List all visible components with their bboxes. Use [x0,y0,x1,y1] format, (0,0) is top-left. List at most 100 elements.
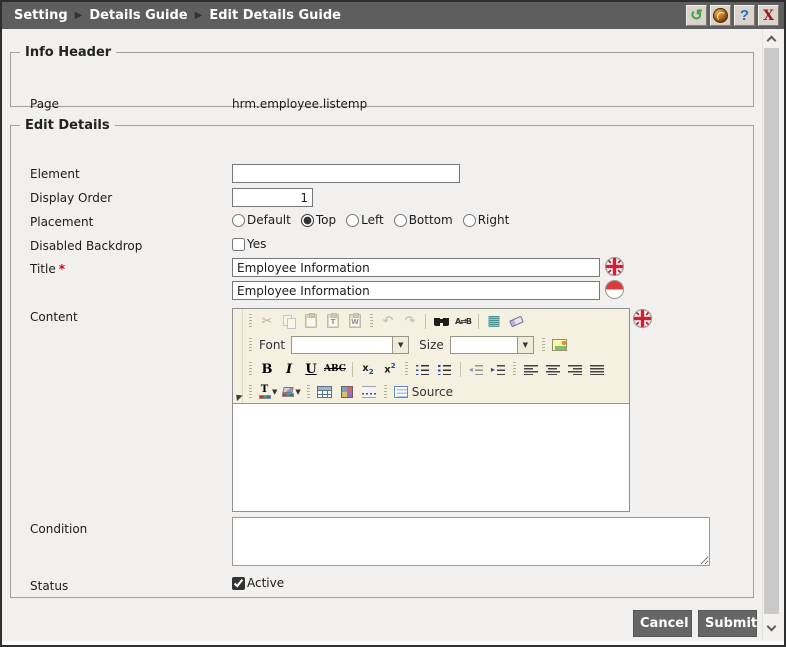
element-label: Element [30,167,80,181]
italic-button[interactable]: I [279,359,299,379]
bold-button[interactable]: B [257,359,277,379]
ordered-list-icon [415,363,430,375]
decrease-indent-button[interactable] [466,359,486,379]
placement-radio-left[interactable] [346,213,360,227]
insert-image-button[interactable] [550,335,570,355]
align-right-button[interactable] [565,359,585,379]
paste-button[interactable] [301,311,321,331]
copy-button[interactable] [279,311,299,331]
font-select[interactable] [291,336,394,354]
status-option[interactable]: Active [232,576,284,590]
redo-button[interactable]: ↷ [400,311,420,331]
scrollbar-thumb[interactable] [764,48,779,614]
toolbar-separator [478,313,479,329]
cancel-button[interactable]: Cancel [633,610,692,637]
indonesian-flag-icon [604,279,625,300]
increase-indent-button[interactable] [488,359,508,379]
toolbar-separator [351,361,353,377]
disabled-backdrop-checkbox[interactable] [232,237,245,251]
unordered-list-button[interactable] [435,359,455,379]
placement-option-left[interactable]: Left [346,213,384,227]
disabled-backdrop-label: Disabled Backdrop [30,239,143,253]
insert-table-button[interactable] [315,382,335,402]
ordered-list-button[interactable] [413,359,433,379]
paste-from-word-button[interactable]: W [345,311,365,331]
editor-toolbar-row-4: T ▼ ▼ Source [244,380,629,404]
title-input-indonesian[interactable] [232,281,600,300]
title-input-english[interactable] [232,258,600,277]
source-button[interactable]: Source [392,385,455,399]
superscript-button[interactable]: x2 [380,359,400,379]
breadcrumb-separator-icon: ▶ [194,10,203,21]
page-label: Page [30,97,60,111]
scroll-down-button[interactable] [763,617,779,639]
toolbar-collapse-handle[interactable] [232,309,243,403]
info-header-legend: Info Header [25,45,112,60]
copy-icon [282,314,296,329]
replace-icon: A⇄B [455,316,472,326]
placement-option-label: Top [315,213,337,227]
remove-format-button[interactable] [506,311,526,331]
status-label: Status [30,579,69,593]
align-left-button[interactable] [521,359,541,379]
placement-option-default[interactable]: Default [232,213,291,227]
close-button[interactable]: X [758,5,779,26]
superscript-icon: x2 [384,362,396,376]
display-order-input[interactable] [232,188,313,207]
editor-toolbar-row-1: ✂ T W ↶ ↷ A⇄B ▦ [244,309,629,333]
placement-option-bottom[interactable]: Bottom [393,213,453,227]
font-dropdown-button[interactable]: ▼ [393,336,410,354]
placement-radio-bottom[interactable] [393,213,407,227]
paste-plain-text-button[interactable]: T [323,311,343,331]
placement-option-right[interactable]: Right [462,213,509,227]
select-all-button[interactable]: ▦ [484,311,504,331]
find-button[interactable] [431,311,451,331]
subscript-button[interactable]: x2 [358,359,378,379]
condition-textarea[interactable] [232,517,710,566]
support-button[interactable] [710,5,731,26]
background-color-icon [281,387,294,397]
insert-special-button[interactable] [337,382,357,402]
disabled-backdrop-option-label: Yes [247,237,267,251]
edit-details-guide-window: Setting ▶ Details Guide ▶ Edit Details G… [0,0,786,647]
eraser-icon [508,315,524,327]
editor-content-area[interactable] [233,404,629,511]
undo-button[interactable]: ↶ [378,311,398,331]
justify-button[interactable] [587,359,607,379]
font-label: Font [259,338,286,352]
size-dropdown-button[interactable]: ▼ [517,336,534,354]
image-icon [552,339,568,351]
paste-letter: T [329,317,337,326]
submit-button[interactable]: Submit [698,610,757,637]
paste-plain-text-icon: T [327,313,339,328]
disabled-backdrop-option[interactable]: Yes [232,237,266,251]
strikethrough-button[interactable]: ABC [323,359,347,379]
unordered-list-icon [437,363,452,375]
toolbar-grip [404,361,408,377]
replace-button[interactable]: A⇄B [453,311,473,331]
scroll-up-button[interactable] [763,29,779,47]
placement-option-label: Default [247,213,291,227]
placement-option-top[interactable]: Top [300,213,337,227]
vertical-scrollbar[interactable] [762,29,779,639]
background-color-button[interactable]: ▼ [280,382,301,402]
help-icon: ? [739,7,750,24]
refresh-button[interactable]: ↺ [686,5,707,26]
content-label: Content [30,310,78,324]
text-color-button[interactable]: T ▼ [257,382,278,402]
underline-button[interactable]: U [301,359,321,379]
align-center-button[interactable] [543,359,563,379]
cut-button[interactable]: ✂ [257,311,277,331]
placement-radio-right[interactable] [462,213,476,227]
status-active-checkbox[interactable] [232,576,245,590]
editor-toolbar-row-3: B I U ABC x2 x2 [244,357,629,381]
decrease-indent-icon [468,363,483,375]
breadcrumb-details-guide[interactable]: Details Guide [89,8,187,23]
placement-radio-top[interactable] [300,213,314,227]
help-button[interactable]: ? [734,5,755,26]
breadcrumb-setting[interactable]: Setting [14,8,68,23]
placement-radio-default[interactable] [232,213,245,227]
page-break-button[interactable] [359,382,379,402]
size-select[interactable] [449,336,518,354]
element-input[interactable] [232,164,460,183]
